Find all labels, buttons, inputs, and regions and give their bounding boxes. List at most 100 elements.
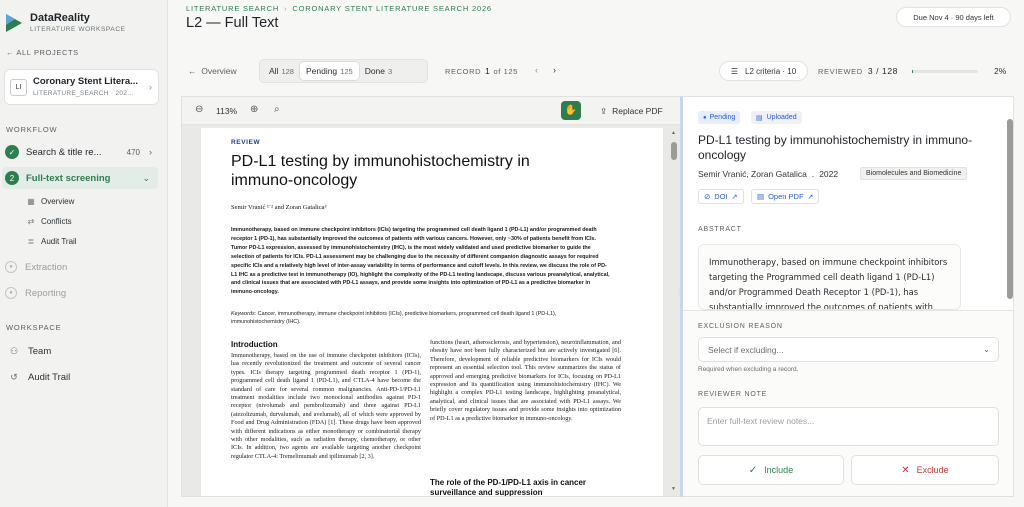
record-counter: RECORD 1 of 125 bbox=[445, 66, 518, 76]
status-badge-uploaded: ▤ Uploaded bbox=[751, 111, 802, 124]
step-number: 2 bbox=[5, 171, 19, 185]
workflow-step-search[interactable]: ✓ Search & title re... 470 › bbox=[0, 141, 160, 163]
nav-audit-trail[interactable]: ↺ Audit Trail bbox=[8, 372, 70, 383]
project-badge: LI bbox=[10, 79, 27, 96]
filter-done[interactable]: Done 3 bbox=[359, 62, 399, 80]
subnav-label: Conflicts bbox=[41, 217, 72, 226]
workflow-step-label: Extraction bbox=[25, 261, 68, 273]
upload-icon: ⇪ bbox=[600, 106, 608, 116]
reviewer-note-input[interactable]: Enter full-text review notes... bbox=[698, 407, 999, 446]
record-detail-panel: ● Pending ▤ Uploaded PD-L1 testing by immu… bbox=[680, 96, 1014, 497]
workflow-step-label: Reporting bbox=[25, 287, 67, 299]
review-progress-fill bbox=[912, 70, 914, 73]
workflow-step-label: Full-text screening bbox=[26, 172, 111, 184]
subnav-conflicts[interactable]: ⇄ Conflicts bbox=[26, 217, 72, 226]
keywords-label: Keywords: bbox=[231, 311, 257, 317]
chevron-down-icon: ⌄ bbox=[142, 172, 150, 183]
exclusion-helper-text: Required when excluding a record. bbox=[698, 366, 799, 373]
doi-label: DOI bbox=[714, 192, 728, 201]
badge-label: Uploaded bbox=[766, 114, 797, 121]
filter-count: 125 bbox=[340, 66, 353, 76]
pdf-scrollbar-thumb[interactable] bbox=[671, 142, 677, 160]
filter-count: 3 bbox=[388, 66, 393, 76]
doi-link[interactable]: ⊘ DOI ↗ bbox=[698, 189, 744, 204]
open-pdf-link[interactable]: ▤ Open PDF ↗ bbox=[751, 189, 820, 204]
include-button[interactable]: ✓ Include bbox=[698, 455, 844, 485]
chevron-right-icon: › bbox=[149, 82, 152, 92]
exclude-label: Exclude bbox=[916, 465, 949, 475]
detail-scrollbar-thumb[interactable] bbox=[1007, 119, 1013, 299]
search-icon[interactable]: ⌕ bbox=[274, 104, 280, 115]
zoom-out-icon[interactable]: ⊖ bbox=[195, 104, 203, 115]
external-link-icon: ↗ bbox=[731, 193, 738, 201]
chevron-down-icon: ⌄ bbox=[983, 345, 990, 354]
select-placeholder: Select if excluding... bbox=[708, 344, 784, 355]
prev-record-button[interactable]: ‹ bbox=[535, 65, 538, 75]
article-keywords: Keywords: Cancer, immunotherapy, immune … bbox=[231, 310, 611, 326]
panel-resize-handle[interactable]: · · · bbox=[678, 286, 680, 299]
article-authors: Semir Vranić ¹˙² and Zoran Gatalica³ bbox=[231, 204, 327, 211]
status-badge-pending: ● Pending bbox=[698, 111, 741, 124]
reviewer-note-label: REVIEWER NOTE bbox=[698, 391, 768, 398]
record-authors: Semir Vranić, Zoran Gatalica bbox=[698, 169, 807, 179]
workflow-step-count: 470 bbox=[126, 147, 140, 157]
chevron-right-icon: › bbox=[149, 147, 152, 157]
breadcrumb-separator: › bbox=[284, 4, 288, 13]
subnav-label: Audit Trail bbox=[41, 237, 77, 246]
brand-subtitle: LITERATURE WORKSPACE bbox=[30, 26, 126, 33]
external-link-icon: ↗ bbox=[807, 193, 814, 201]
pdf-scrollbar[interactable]: ▲ ▼ bbox=[671, 128, 677, 496]
zoom-in-icon[interactable]: ⊕ bbox=[250, 104, 258, 115]
workflow-step-fulltext[interactable]: 2 Full-text screening ⌄ bbox=[2, 167, 158, 189]
checklist-icon: ☰ bbox=[730, 66, 739, 76]
replace-pdf-label: Replace PDF bbox=[612, 106, 663, 116]
exclude-button[interactable]: ✕ Exclude bbox=[851, 455, 999, 485]
all-projects-link[interactable]: ← ALL PROJECTS bbox=[6, 48, 79, 57]
subnav-overview[interactable]: ▦ Overview bbox=[26, 197, 74, 206]
open-pdf-label: Open PDF bbox=[768, 192, 804, 201]
breadcrumb-item[interactable]: LITERATURE SEARCH bbox=[186, 4, 279, 13]
back-to-overview-link[interactable]: ← Overview bbox=[188, 66, 237, 76]
record-meta: Semir Vranić, Zoran Gatalica. 2022 bbox=[698, 169, 838, 179]
article-kicker: REVIEW bbox=[231, 139, 261, 146]
record-label: RECORD bbox=[445, 67, 482, 76]
link-icon: ⊘ bbox=[704, 192, 711, 201]
brand-logo bbox=[6, 13, 22, 32]
shuffle-icon: ⇄ bbox=[27, 217, 35, 226]
article-section-heading: The role of the PD-1/PD-L1 axis in cance… bbox=[430, 478, 587, 497]
filter-all[interactable]: All 128 bbox=[263, 62, 300, 80]
zoom-level: 113% bbox=[216, 106, 238, 116]
pan-tool-button[interactable]: ✋ bbox=[561, 101, 581, 120]
team-icon: ⚇ bbox=[9, 346, 19, 356]
history-icon: ↺ bbox=[10, 372, 18, 382]
criteria-button[interactable]: ☰ L2 criteria · 10 bbox=[719, 61, 808, 81]
lock-icon: ● bbox=[5, 261, 17, 273]
keywords-text: Cancer, immunotherapy, immune checkpoint… bbox=[231, 311, 557, 325]
all-projects-label: ALL PROJECTS bbox=[16, 48, 79, 57]
nav-team[interactable]: ⚇ Team bbox=[8, 346, 51, 357]
brand[interactable]: DataReality LITERATURE WORKSPACE bbox=[6, 12, 126, 33]
badge-label: Pending bbox=[709, 114, 736, 121]
filter-pending[interactable]: Pending 125 bbox=[299, 62, 359, 80]
filter-count: 128 bbox=[281, 66, 294, 76]
meta-separator: . bbox=[811, 169, 815, 179]
exclusion-reason-select[interactable]: Select if excluding... ⌄ bbox=[698, 337, 999, 362]
detail-scrollbar[interactable] bbox=[1007, 119, 1013, 311]
filter-label: Done bbox=[364, 66, 386, 76]
filter-label: All bbox=[269, 66, 279, 76]
subnav-label: Overview bbox=[41, 197, 75, 206]
breadcrumb-item[interactable]: CORONARY STENT LITERATURE SEARCH 2026 bbox=[292, 4, 492, 13]
hand-icon: ✋ bbox=[564, 105, 578, 116]
due-date-badge: Due Nov 4 · 90 days left bbox=[896, 7, 1011, 27]
exclusion-reason-label: EXCLUSION REASON bbox=[698, 323, 783, 330]
replace-pdf-button[interactable]: ⇪ Replace PDF bbox=[600, 106, 663, 117]
project-name: Coronary Stent Litera... bbox=[33, 76, 139, 87]
include-label: Include bbox=[764, 465, 794, 475]
workspace-section-label: WORKSPACE bbox=[6, 323, 62, 332]
subnav-audit-trail[interactable]: ≣ Audit Trail bbox=[26, 237, 77, 246]
project-switcher[interactable]: LI Coronary Stent Litera... LITERATURE_S… bbox=[4, 69, 159, 105]
scroll-up-icon: ▲ bbox=[671, 130, 676, 136]
next-record-button[interactable]: › bbox=[553, 65, 556, 75]
check-icon: ✓ bbox=[748, 464, 758, 476]
abstract-label: ABSTRACT bbox=[698, 226, 742, 233]
